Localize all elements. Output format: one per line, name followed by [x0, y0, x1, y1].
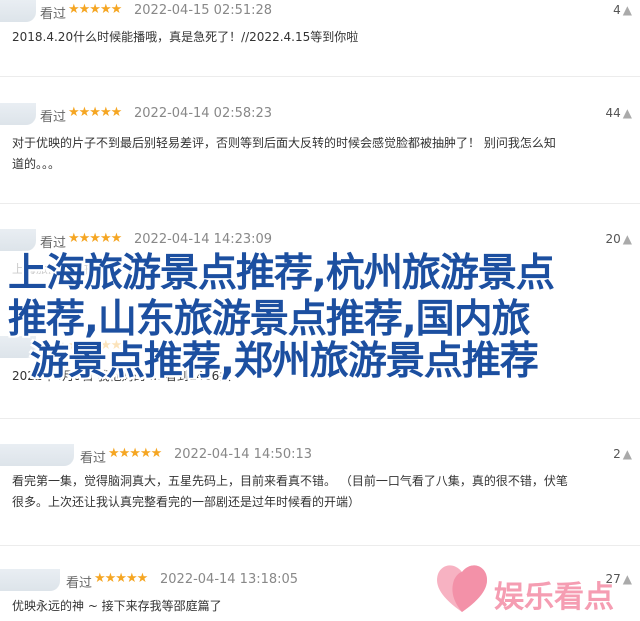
- review-time: 2022-04-14 14:23:09: [134, 232, 273, 247]
- avatar[interactable]: [0, 103, 36, 125]
- thumbs-up-icon[interactable]: ▲: [623, 3, 632, 17]
- review-text: 2018.4.20什么时候能播哦，真是急死了！//2022.4.15等到你啦: [12, 27, 627, 48]
- review-text-line: 道的。。。: [12, 157, 61, 171]
- overlay-line: 上海旅游景点推荐,杭州旅游景点: [8, 251, 555, 296]
- review-time: 2022-04-15 02:51:28: [134, 3, 273, 18]
- rating-stars: ★★★★★: [108, 446, 162, 461]
- divider: [0, 203, 640, 204]
- review-text-line: 很多。上次还让我认真完整看完的一部剧还是过年时候看的开端）: [12, 495, 361, 509]
- avatar[interactable]: [0, 229, 36, 251]
- review-time: 2022-04-14 02:58:23: [134, 106, 273, 121]
- thumbs-up-icon[interactable]: ▲: [623, 447, 632, 461]
- thumbs-up-icon[interactable]: ▲: [623, 106, 632, 120]
- review-time: 2022-04-14 13:18:05: [160, 572, 299, 587]
- thumbs-up-icon[interactable]: ▲: [623, 232, 632, 246]
- status-label: 看过: [66, 576, 93, 591]
- vote-number: 4: [613, 3, 621, 17]
- review-text: 对于优映的片子不到最后别轻易差评，否则等到后面大反转的时候会感觉脸都被抽肿了！ …: [12, 133, 627, 175]
- status-label: 看过: [40, 236, 67, 251]
- vote-count[interactable]: 2 ▲: [613, 447, 632, 461]
- overlay-line: 游景点推荐,郑州旅游景点推荐: [30, 339, 539, 384]
- rating-stars: ★★★★★: [68, 105, 122, 120]
- status-label: 看过: [40, 110, 67, 125]
- heart-icon: [437, 565, 487, 612]
- review-meta: 看过 ★★★★★ 2022-04-14 02:58:23 44 ▲: [0, 103, 640, 125]
- review-text: 看完第一集，觉得脑洞真大，五星先码上，目前来看真不错。 （目前一口气看了八集，真…: [12, 471, 627, 513]
- review-text-line: 对于优映的片子不到最后别轻易差评，否则等到后面大反转的时候会感觉脸都被抽肿了！ …: [12, 136, 556, 150]
- divider: [0, 76, 640, 77]
- vote-count[interactable]: 4 ▲: [613, 3, 632, 17]
- vote-number: 2: [613, 447, 621, 461]
- rating-stars: ★★★★★: [68, 231, 122, 246]
- review-meta: 看过 ★★★★★ 2022-04-14 14:50:13 2 ▲: [0, 444, 640, 466]
- review-meta: 看过 ★★★★★ 2022-04-15 02:51:28 4 ▲: [0, 0, 640, 22]
- vote-number: 44: [605, 106, 621, 120]
- status-label: 看过: [80, 451, 107, 466]
- vote-number: 20: [605, 232, 621, 246]
- rating-stars: ★★★★★: [68, 2, 122, 17]
- divider: [0, 545, 640, 546]
- review-text-line: 2018.4.20什么时候能播哦，真是急死了！//2022.4.15等到你啦: [12, 30, 359, 44]
- overlay-line: 推荐,山东旅游景点推荐,国内旅: [8, 297, 531, 342]
- review-time: 2022-04-14 14:50:13: [174, 447, 313, 462]
- divider: [0, 418, 640, 419]
- review-meta: 看过 ★★★★★ 2022-04-14 14:23:09 20 ▲: [0, 229, 640, 251]
- watermark: 娱乐看点: [432, 558, 640, 618]
- review-text-line: 看完第一集，觉得脑洞真大，五星先码上，目前来看真不错。 （目前一口气看了八集，真…: [12, 474, 568, 488]
- avatar[interactable]: [0, 444, 74, 466]
- status-label: 看过: [40, 7, 67, 22]
- watermark-text: 娱乐看点: [494, 580, 614, 615]
- vote-count[interactable]: 44 ▲: [605, 106, 632, 120]
- avatar[interactable]: [0, 569, 60, 591]
- avatar[interactable]: [0, 0, 36, 22]
- vote-count[interactable]: 20 ▲: [605, 232, 632, 246]
- rating-stars: ★★★★★: [94, 571, 148, 586]
